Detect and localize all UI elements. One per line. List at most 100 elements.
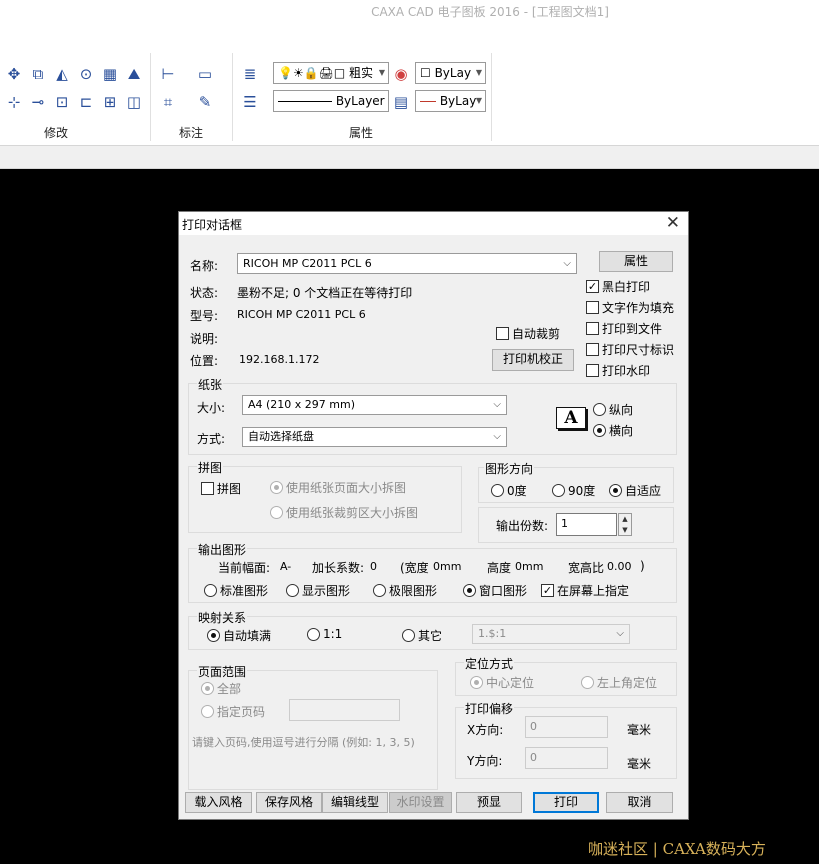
extend-icon[interactable]: ⊸ [28, 92, 48, 112]
text-edit-icon[interactable]: ✎ [195, 92, 215, 112]
printer-properties-button[interactable]: 属性 [599, 251, 673, 272]
landscape-label: 横向 [609, 424, 634, 438]
chevron-down-icon: ⌵ [563, 258, 571, 269]
close-icon[interactable]: ✕ [666, 213, 680, 233]
one-to-one-label: 1:1 [323, 627, 343, 641]
cancel-button[interactable]: 取消 [606, 792, 673, 813]
center-position-radio[interactable]: 中心定位 [470, 674, 534, 691]
offset-x-input[interactable]: 0 [525, 716, 608, 738]
print-size-mark-checkbox[interactable]: 打印尺寸标识 [586, 341, 674, 358]
color-combo[interactable]: ☐ ByLay ▼ [415, 62, 486, 84]
fillet-icon[interactable]: ◫ [124, 92, 144, 112]
other-ratio-label: 其它 [418, 629, 443, 643]
radio-dot [307, 627, 320, 641]
tile-by-paper-radio[interactable]: 使用纸张页面大小拆图 [270, 479, 406, 496]
bw-print-checkbox[interactable]: ✓ 黑白打印 [586, 278, 650, 295]
close-paren: ) [640, 559, 645, 573]
mirror-icon[interactable]: ◭ [52, 64, 72, 84]
radio-dot [270, 506, 283, 519]
move-icon[interactable]: ✥ [4, 64, 24, 84]
center-position-label: 中心定位 [486, 676, 535, 690]
linewidth-icon[interactable]: ☰ [240, 92, 260, 112]
break-icon[interactable]: ⊏ [76, 92, 96, 112]
explode-icon[interactable]: ⊡ [52, 92, 72, 112]
one-to-one-radio[interactable]: 1:1 [307, 627, 342, 641]
radio-dot [201, 682, 214, 695]
edit-linetype-button[interactable]: 编辑线型 [322, 792, 388, 813]
tile-by-crop-radio[interactable]: 使用纸张裁剪区大小拆图 [270, 504, 418, 521]
coordinate-dimension-icon[interactable]: ⌗ [158, 92, 178, 112]
linecolor-preview [420, 101, 436, 102]
paper-source-label: 方式: [197, 432, 226, 446]
stretch-icon[interactable]: ⛰ [124, 64, 144, 84]
print-watermark-checkbox[interactable]: 打印水印 [586, 362, 650, 379]
print-button[interactable]: 打印 [533, 792, 599, 813]
tile-checkbox[interactable]: 拼图 [201, 480, 241, 497]
trim-icon[interactable]: ⊹ [4, 92, 24, 112]
ratio-value: 1.$:1 [478, 627, 507, 640]
extend-factor-label: 加长系数: [312, 561, 365, 575]
layer-state-combo[interactable]: 💡☀🔒🖨□ 粗实 ▼ [273, 62, 389, 84]
portrait-radio[interactable]: 纵向 [593, 401, 633, 418]
auto-fill-radio[interactable]: 自动填满 [207, 627, 271, 644]
chevron-down-icon: ▼ [475, 68, 482, 77]
color-wheel-icon[interactable]: ◉ [391, 64, 411, 84]
chamfer-icon[interactable]: ⊞ [100, 92, 120, 112]
linecolor-combo[interactable]: ByLay ▼ [415, 90, 486, 112]
radio-dot [270, 481, 283, 494]
offset-y-unit: 毫米 [627, 757, 652, 771]
paper-size-select[interactable]: A4 (210 x 297 mm) ⌵ [242, 395, 507, 415]
current-size-value: A- [280, 560, 292, 573]
page-numbers-input[interactable] [289, 699, 400, 721]
document-tab-strip [0, 146, 819, 169]
top-left-position-radio[interactable]: 左上角定位 [581, 674, 657, 691]
specify-on-screen-checkbox[interactable]: ✓ 在屏幕上指定 [541, 582, 629, 599]
auto-crop-checkbox[interactable]: 自动裁剪 [496, 325, 560, 342]
linetype-scale-icon[interactable]: ▤ [391, 92, 411, 112]
text-fill-checkbox[interactable]: 文字作为填充 [586, 299, 674, 316]
radio-dot [201, 705, 214, 718]
limits-graphic-radio[interactable]: 极限图形 [373, 582, 437, 599]
page-specify-radio[interactable]: 指定页码 [201, 703, 265, 720]
print-to-file-checkbox[interactable]: 打印到文件 [586, 320, 662, 337]
printer-calibrate-button[interactable]: 打印机校正 [492, 349, 574, 371]
layer-icon[interactable]: ≣ [240, 64, 260, 84]
auto-fill-label: 自动填满 [223, 629, 272, 643]
save-style-button[interactable]: 保存风格 [256, 792, 322, 813]
rotate-auto-radio[interactable]: 自适应 [609, 482, 661, 499]
printer-model-label: 型号: [190, 309, 219, 323]
spin-up-icon[interactable]: ▲ [619, 514, 631, 525]
standard-graphic-label: 标准图形 [220, 584, 269, 598]
preview-button[interactable]: 预显 [456, 792, 522, 813]
display-graphic-radio[interactable]: 显示图形 [286, 582, 350, 599]
copies-input[interactable]: 1 [556, 513, 617, 536]
load-style-button[interactable]: 载入风格 [185, 792, 252, 813]
watermark-settings-button[interactable]: 水印设置 [389, 792, 452, 813]
paper-source-select[interactable]: 自动选择纸盘 ⌵ [242, 427, 507, 447]
spin-down-icon[interactable]: ▼ [619, 525, 631, 536]
rotate-0-radio[interactable]: 0度 [491, 482, 527, 499]
array-icon[interactable]: ▦ [100, 64, 120, 84]
printer-model-value: RICOH MP C2011 PCL 6 [237, 308, 366, 321]
landscape-radio[interactable]: 横向 [593, 422, 633, 439]
window-graphic-radio[interactable]: 窗口图形 [463, 582, 527, 599]
copy-icon[interactable]: ⧉ [28, 64, 48, 84]
width-value: 0mm [433, 560, 462, 573]
printer-name-select[interactable]: RICOH MP C2011 PCL 6 ⌵ [237, 253, 577, 274]
rotate-auto-label: 自适应 [625, 484, 662, 498]
mapping-group-title: 映射关系 [197, 609, 248, 626]
rotate-icon[interactable]: ⊙ [76, 64, 96, 84]
paper-size-value: A4 (210 x 297 mm) [248, 398, 356, 411]
linetype-combo[interactable]: ByLayer [273, 90, 389, 112]
page-all-radio[interactable]: 全部 [201, 680, 241, 697]
dimension-style-icon[interactable]: ▭ [195, 64, 215, 84]
offset-y-input[interactable]: 0 [525, 747, 608, 769]
ratio-select[interactable]: 1.$:1 ⌵ [472, 624, 630, 644]
linear-dimension-icon[interactable]: ⊢ [158, 64, 178, 84]
copies-spinner[interactable]: ▲ ▼ [618, 513, 632, 536]
rotate-90-radio[interactable]: 90度 [552, 482, 595, 499]
standard-graphic-radio[interactable]: 标准图形 [204, 582, 268, 599]
group-separator [232, 53, 233, 141]
other-ratio-radio[interactable]: 其它 [402, 627, 442, 644]
width-label: (宽度 [400, 561, 429, 575]
